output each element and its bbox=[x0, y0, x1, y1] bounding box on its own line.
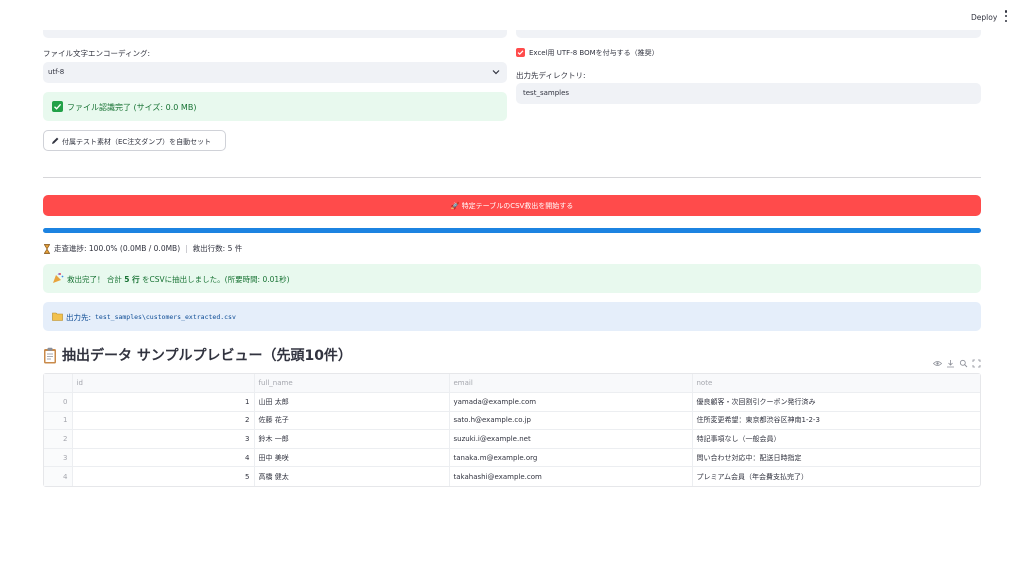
cell-email[interactable]: takahashi@example.com bbox=[449, 466, 693, 486]
cell-full-name[interactable]: 鈴木 一郎 bbox=[254, 429, 450, 449]
status-separator: | bbox=[185, 244, 188, 253]
row-index[interactable]: 1 bbox=[44, 411, 73, 431]
complete-prefix: 救出完了！ 合計 bbox=[67, 275, 125, 284]
status-line: 走査進捗: 100.0% (0.0MB / 0.0MB) | 救出行数: 5 件 bbox=[43, 243, 242, 254]
output-dir-input[interactable]: test_samples bbox=[516, 83, 981, 104]
start-extraction-button[interactable]: 🚀 特定テーブルのCSV救出を開始する bbox=[43, 195, 981, 216]
hourglass-icon bbox=[43, 243, 51, 254]
check-box-icon bbox=[52, 101, 63, 112]
output-path-alert: 出力先: test_samples\customers_extracted.cs… bbox=[43, 302, 981, 331]
cell-id[interactable]: 4 bbox=[72, 448, 255, 468]
download-icon[interactable] bbox=[944, 357, 956, 369]
folder-icon bbox=[52, 312, 63, 321]
checkmark-icon bbox=[517, 50, 524, 56]
top-bar: Deploy bbox=[0, 0, 1024, 32]
autoset-sample-label: 付属テスト素材（EC注文ダンプ）を自動セット bbox=[62, 138, 212, 146]
cell-full-name[interactable]: 田中 美咲 bbox=[254, 448, 450, 468]
file-recognized-text: ファイル認識完了 (サイズ: 0.0 MB) bbox=[67, 103, 197, 112]
row-index[interactable]: 3 bbox=[44, 448, 73, 468]
cell-email[interactable]: yamada@example.com bbox=[449, 392, 693, 412]
output-path-value: test_samples\customers_extracted.csv bbox=[95, 313, 236, 321]
upload-field-partial[interactable] bbox=[43, 30, 507, 38]
output-dir-value: test_samples bbox=[523, 89, 570, 97]
preview-table[interactable]: id full_name email note 0 1 山田 太郎 yamada… bbox=[43, 373, 981, 487]
pencil-icon bbox=[52, 137, 59, 144]
file-recognized-alert: ファイル認識完了 (サイズ: 0.0 MB) bbox=[43, 92, 507, 121]
dataframe-toolbar bbox=[930, 357, 982, 369]
divider bbox=[43, 177, 981, 178]
row-index[interactable]: 4 bbox=[44, 466, 73, 486]
eye-icon[interactable] bbox=[931, 357, 943, 369]
rescued-rows-text: 救出行数: 5 件 bbox=[192, 244, 243, 253]
column-header-id[interactable]: id bbox=[72, 374, 255, 394]
preview-heading: 抽出データ サンプルプレビュー（先頭10件） bbox=[43, 345, 352, 365]
complete-count: 5 行 bbox=[124, 275, 140, 284]
encoding-select[interactable]: utf-8 bbox=[43, 62, 507, 83]
table-row: 4 5 高橋 健太 takahashi@example.com プレミアム会員（… bbox=[44, 466, 980, 486]
party-popper-icon bbox=[53, 273, 64, 283]
deploy-button[interactable]: Deploy bbox=[967, 11, 1001, 24]
row-index[interactable]: 2 bbox=[44, 429, 73, 449]
cell-id[interactable]: 5 bbox=[72, 466, 255, 486]
main-menu-icon[interactable] bbox=[1002, 10, 1010, 22]
bom-checkbox[interactable] bbox=[516, 48, 525, 57]
complete-suffix: をCSVに抽出しました。(所要時間: 0.01秒) bbox=[139, 275, 290, 284]
column-header-full-name[interactable]: full_name bbox=[254, 374, 450, 394]
cell-email[interactable]: sato.h@example.co.jp bbox=[449, 411, 693, 431]
cell-id[interactable]: 3 bbox=[72, 429, 255, 449]
cell-email[interactable]: suzuki.i@example.net bbox=[449, 429, 693, 449]
extraction-complete-text: 救出完了！ 合計 5 行 をCSVに抽出しました。(所要時間: 0.01秒) bbox=[67, 274, 290, 285]
fullscreen-icon[interactable] bbox=[970, 357, 982, 369]
encoding-value: utf-8 bbox=[48, 68, 65, 76]
cell-note[interactable]: プレミアム会員（年会費支払完了） bbox=[692, 467, 980, 486]
search-icon[interactable] bbox=[957, 357, 969, 369]
preview-title: 抽出データ サンプルプレビュー（先頭10件） bbox=[62, 348, 352, 364]
cell-note[interactable]: 住所変更希望：東京都渋谷区神南1-2-3 bbox=[692, 411, 980, 431]
table-row: 1 2 佐藤 花子 sato.h@example.co.jp 住所変更希望：東京… bbox=[44, 411, 980, 431]
cell-full-name[interactable]: 高橋 健太 bbox=[254, 466, 450, 486]
table-name-field-partial[interactable] bbox=[516, 30, 981, 38]
column-header-email[interactable]: email bbox=[449, 374, 693, 394]
cell-note[interactable]: 問い合わせ対応中：配送日時指定 bbox=[692, 448, 980, 468]
table-row: 0 1 山田 太郎 yamada@example.com 優良顧客・次回割引クー… bbox=[44, 392, 980, 412]
row-index[interactable]: 0 bbox=[44, 392, 73, 412]
scan-progress-text: 走査進捗: 100.0% (0.0MB / 0.0MB) bbox=[54, 244, 181, 253]
table-header-row: id full_name email note bbox=[44, 374, 980, 394]
chevron-down-icon bbox=[492, 70, 500, 75]
progress-bar bbox=[43, 228, 981, 233]
bom-checkbox-label: Excel用 UTF-8 BOMを付与する（推奨） bbox=[529, 49, 659, 57]
clipboard-icon bbox=[44, 347, 56, 363]
encoding-label: ファイル文字エンコーディング: bbox=[43, 49, 151, 58]
cell-email[interactable]: tanaka.m@example.org bbox=[449, 448, 693, 468]
cell-id[interactable]: 2 bbox=[72, 411, 255, 431]
start-extraction-label: 🚀 特定テーブルのCSV救出を開始する bbox=[450, 202, 574, 210]
cell-id[interactable]: 1 bbox=[72, 392, 255, 412]
table-row: 3 4 田中 美咲 tanaka.m@example.org 問い合わせ対応中：… bbox=[44, 448, 980, 468]
cell-note[interactable]: 特記事項なし（一般会員） bbox=[692, 429, 980, 449]
output-path-label: 出力先: bbox=[66, 313, 92, 322]
column-header-note[interactable]: note bbox=[692, 374, 980, 394]
table-row: 2 3 鈴木 一郎 suzuki.i@example.net 特記事項なし（一般… bbox=[44, 429, 980, 449]
cell-note[interactable]: 優良顧客・次回割引クーポン発行済み bbox=[692, 392, 980, 412]
column-header-index[interactable] bbox=[44, 374, 73, 394]
extraction-complete-alert: 救出完了！ 合計 5 行 をCSVに抽出しました。(所要時間: 0.01秒) bbox=[43, 264, 981, 293]
progress-fill bbox=[43, 228, 981, 233]
cell-full-name[interactable]: 山田 太郎 bbox=[254, 392, 450, 412]
output-dir-label: 出力先ディレクトリ: bbox=[516, 71, 586, 80]
autoset-sample-button[interactable]: 付属テスト素材（EC注文ダンプ）を自動セット bbox=[43, 130, 226, 151]
cell-full-name[interactable]: 佐藤 花子 bbox=[254, 411, 450, 431]
